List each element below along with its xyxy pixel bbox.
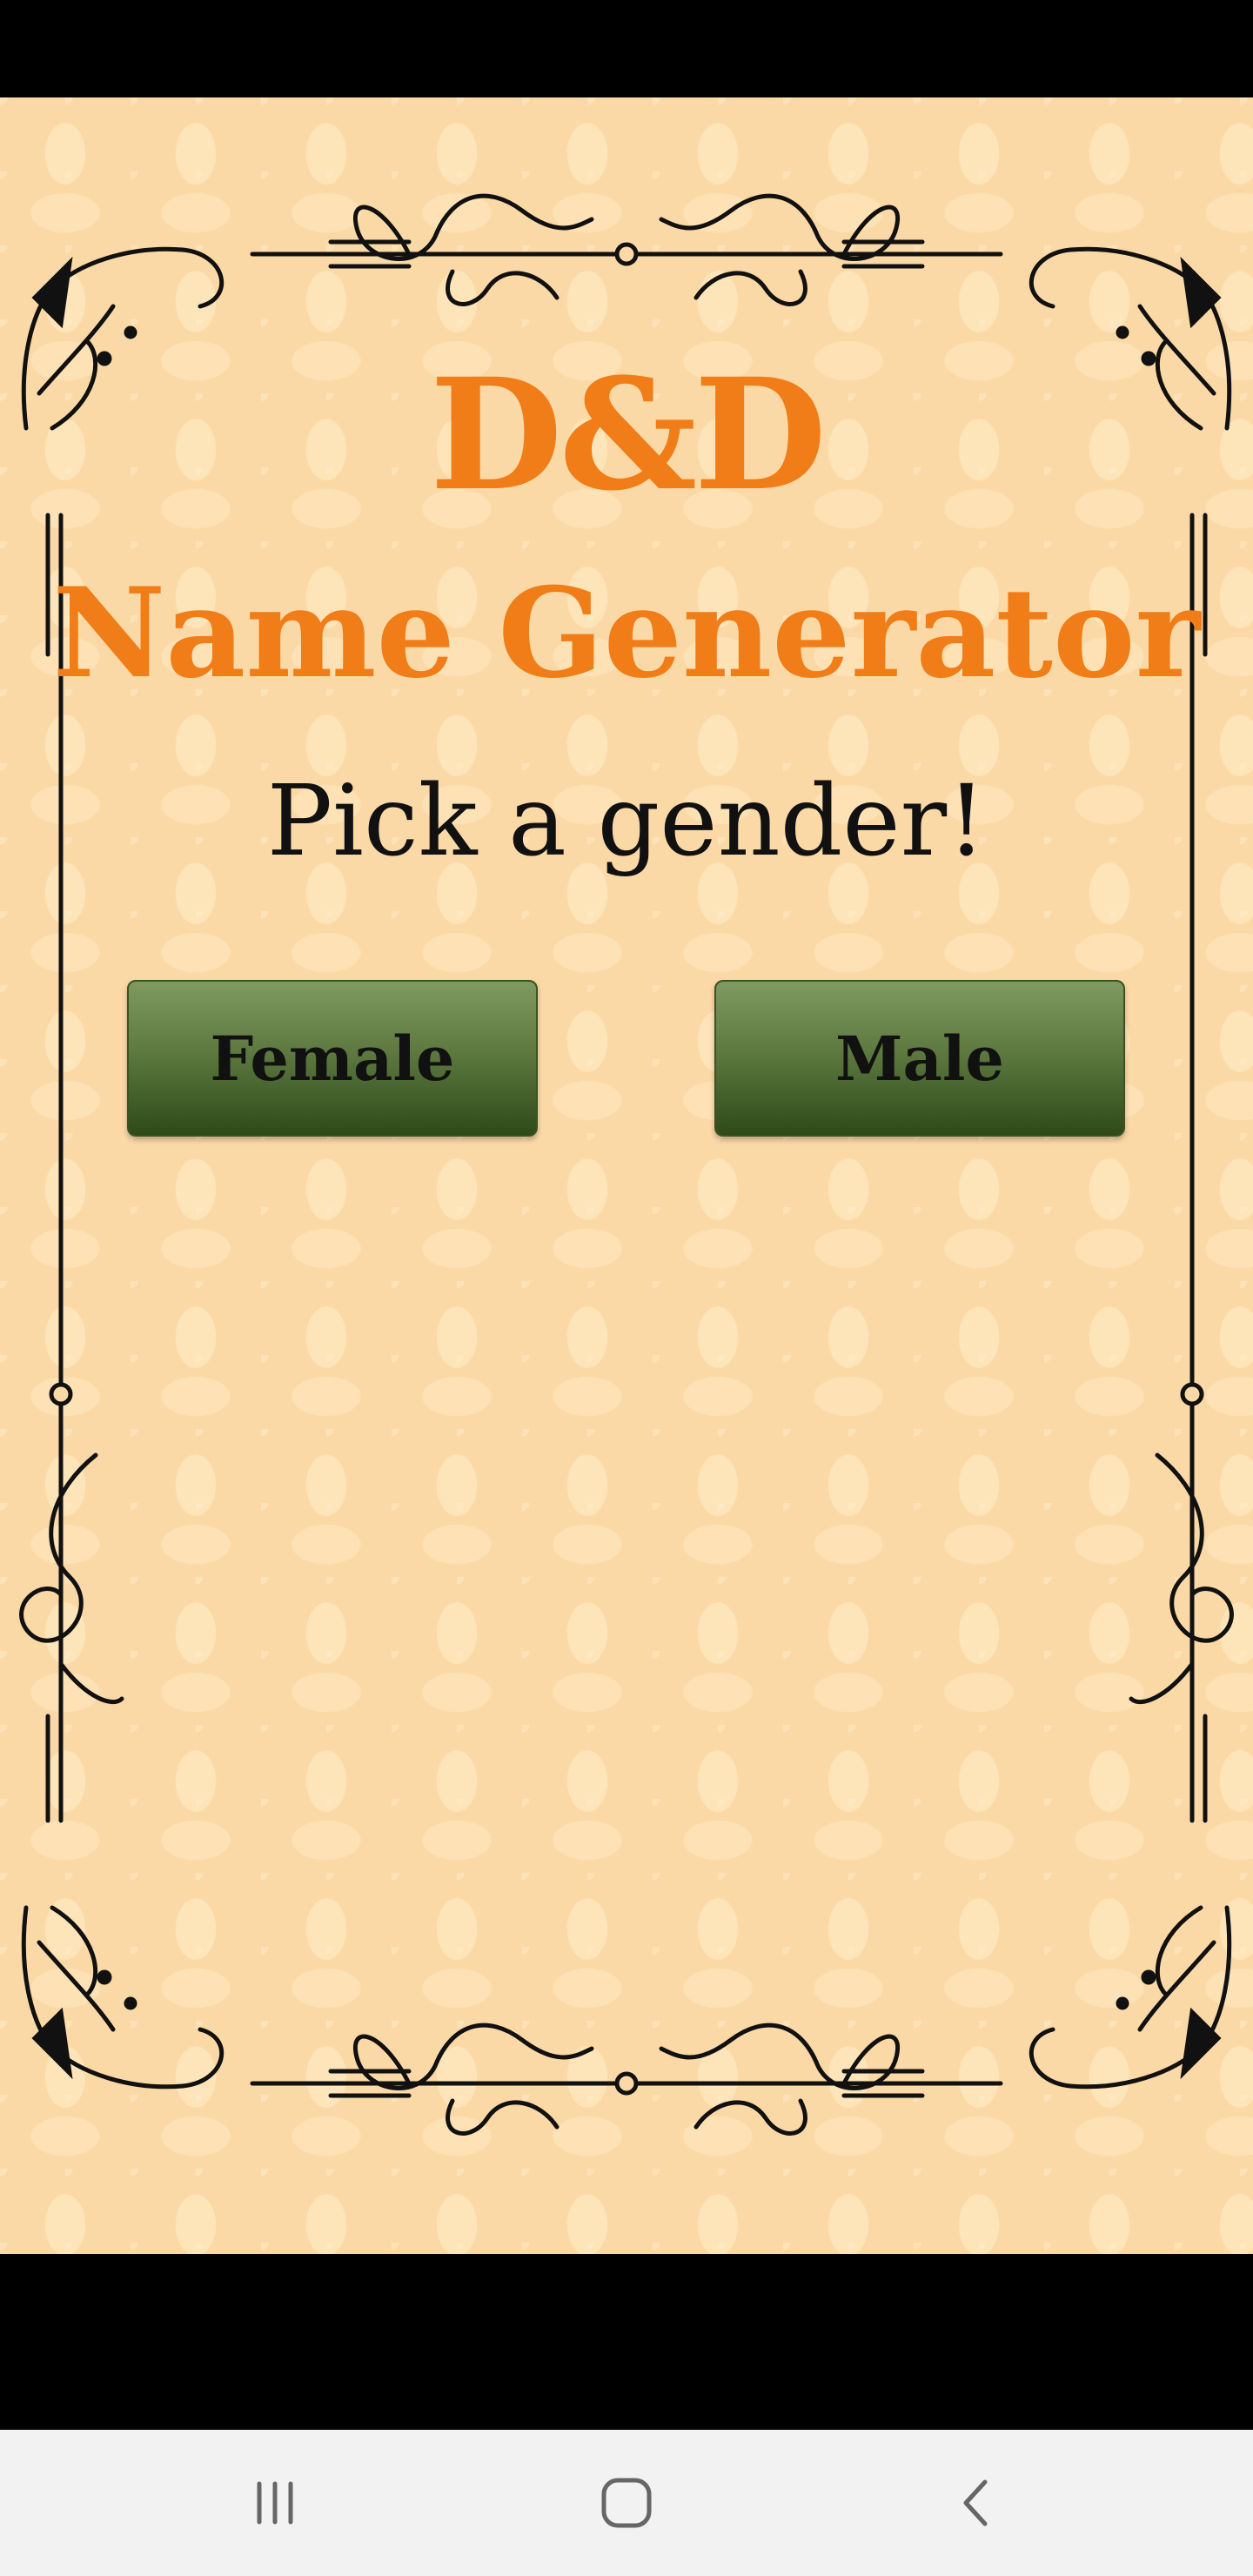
title-name-generator: Name Generator [52, 561, 1201, 706]
home-icon [601, 2478, 652, 2528]
top-flourish [250, 193, 1003, 306]
title-dnd: D&D [429, 345, 827, 525]
male-button[interactable]: Male [714, 980, 1125, 1137]
back-button[interactable] [889, 2430, 1063, 2576]
home-button[interactable] [539, 2430, 714, 2576]
female-button[interactable]: Female [127, 980, 538, 1137]
corner-bottom-left [21, 1905, 224, 2090]
letterbox-area [0, 2254, 1253, 2430]
app-screen: D&D Name Generator Pick a gender! Female… [0, 97, 1253, 2254]
system-nav-bar [0, 2430, 1253, 2576]
corner-bottom-right [1029, 1905, 1232, 2090]
right-border [1129, 513, 1234, 1823]
gender-prompt: Pick a gender! [266, 765, 987, 878]
recents-icon [257, 2481, 293, 2525]
back-icon [963, 2479, 988, 2526]
recents-button[interactable] [188, 2430, 362, 2576]
bottom-flourish [250, 2023, 1003, 2136]
status-bar [0, 0, 1253, 97]
left-border [19, 513, 124, 1823]
